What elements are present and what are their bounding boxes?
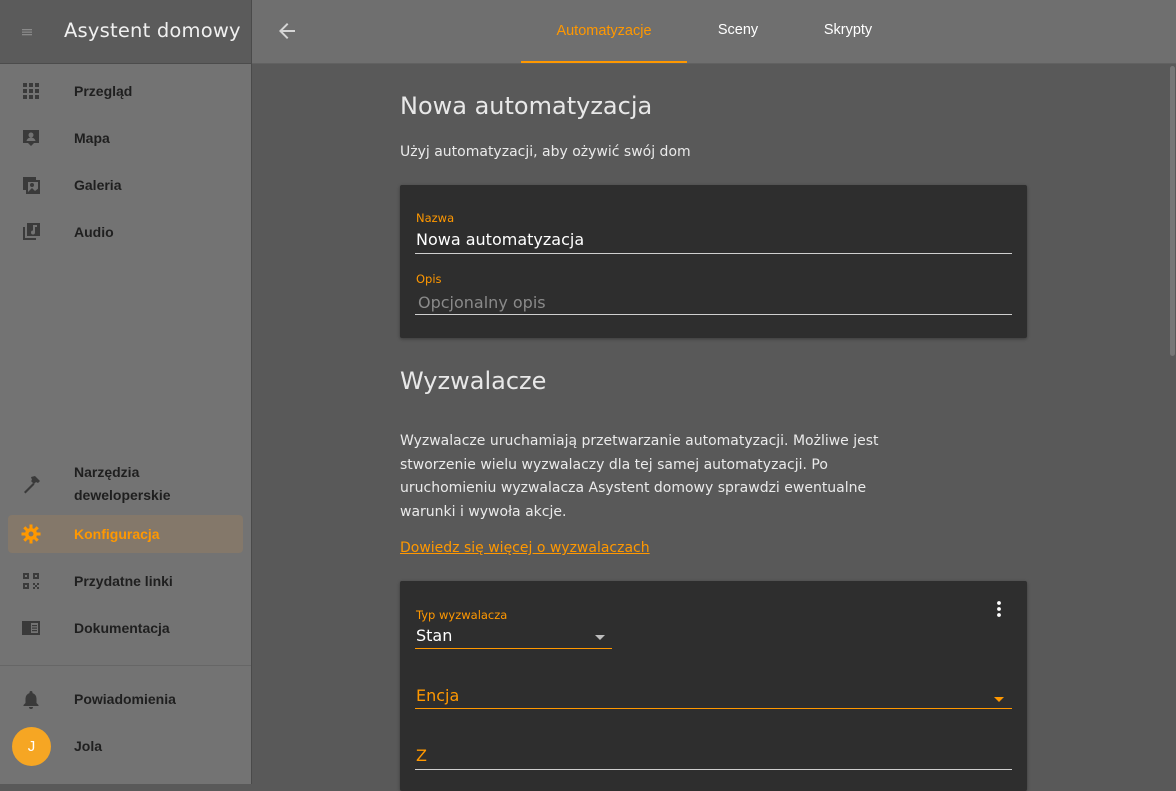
sidebar-item-useful-links[interactable]: Przydatne linki [8,561,243,601]
name-field-underline [415,253,1012,254]
sidebar-divider [0,665,251,666]
automation-info-card: Nazwa Nowa automatyzacja Opis Opcjonalny… [400,185,1027,338]
description-field-underline [415,314,1012,315]
sidebar-item-audio[interactable]: Audio [8,212,243,252]
gear-icon [21,524,41,544]
sidebar-item-label: Przydatne linki [74,572,173,589]
entity-field[interactable]: Encja [416,686,459,705]
from-field[interactable]: Z [416,746,427,765]
top-bar: Automatyzacje Sceny Skrypty [252,0,1176,64]
page-subtitle: Użyj automatyzacji, aby ożywić swój dom [400,144,691,160]
tab-scenes[interactable]: Sceny [698,0,778,60]
gallery-icon [23,177,40,194]
scrollbar[interactable] [1170,66,1175,356]
more-vert-icon[interactable] [990,599,1008,619]
sidebar-item-label: Konfiguracja [74,525,160,542]
sidebar-item-label: Powiadomienia [74,690,176,707]
trigger-type-underline [415,648,612,649]
sidebar-item-label: Mapa [74,129,110,146]
trigger-type-label: Typ wyzwalacza [416,608,508,622]
description-field[interactable]: Opcjonalny opis [418,293,546,312]
sidebar-item-notifications[interactable]: Powiadomienia [8,679,243,719]
sidebar-item-developer-tools[interactable]: Narzędzia deweloperskie [8,461,243,507]
triggers-description: Wyzwalacze uruchamiają przetwarzanie aut… [400,433,879,520]
sidebar-header: Asystent domowy [0,0,251,64]
name-field-label: Nazwa [416,211,455,225]
sidebar-item-configuration[interactable]: Konfiguracja [8,515,243,553]
trigger-type-select[interactable]: Stan [416,626,452,645]
music-library-icon [23,223,40,240]
sidebar-item-label: Dokumentacja [74,619,170,636]
sidebar-item-user[interactable]: Jola [8,726,243,766]
sidebar-item-label: Galeria [74,176,122,193]
tab-automations[interactable]: Automatyzacje [521,0,687,63]
page-title: Nowa automatyzacja [400,92,653,120]
tab-scripts[interactable]: Skrypty [808,0,888,60]
sidebar: Asystent domowy Przegląd Mapa Galeria Au… [0,0,252,784]
app-title: Asystent domowy [64,19,241,42]
sidebar-item-map[interactable]: Mapa [8,118,243,158]
description-field-label: Opis [416,272,442,286]
name-field[interactable]: Nowa automatyzacja [416,230,584,249]
sidebar-item-label: Narzędzia deweloperskie [74,464,171,503]
triggers-learn-more-link[interactable]: Dowiedz się więcej o wyzwalaczach [400,540,650,556]
map-pin-icon [23,130,39,146]
bell-icon [23,691,39,709]
triggers-heading: Wyzwalacze [400,367,547,395]
book-icon [22,621,40,635]
back-arrow-icon[interactable] [276,20,298,42]
entity-underline [415,708,1012,709]
sidebar-item-label: Przegląd [74,82,133,99]
sidebar-item-gallery[interactable]: Galeria [8,165,243,205]
entity-dropdown-arrow[interactable] [994,697,1004,702]
menu-icon[interactable] [20,25,34,39]
user-name: Jola [74,737,103,754]
trigger-type-dropdown-arrow[interactable] [595,635,605,640]
qr-icon [23,573,39,589]
sidebar-item-label: Audio [74,223,114,240]
sidebar-item-documentation[interactable]: Dokumentacja [8,608,243,648]
sidebar-item-overview[interactable]: Przegląd [8,71,243,111]
hammer-icon [24,476,40,494]
grid-icon [23,83,39,99]
trigger-card: Typ wyzwalacza Stan Encja Z [400,581,1027,791]
from-underline [415,769,1012,770]
